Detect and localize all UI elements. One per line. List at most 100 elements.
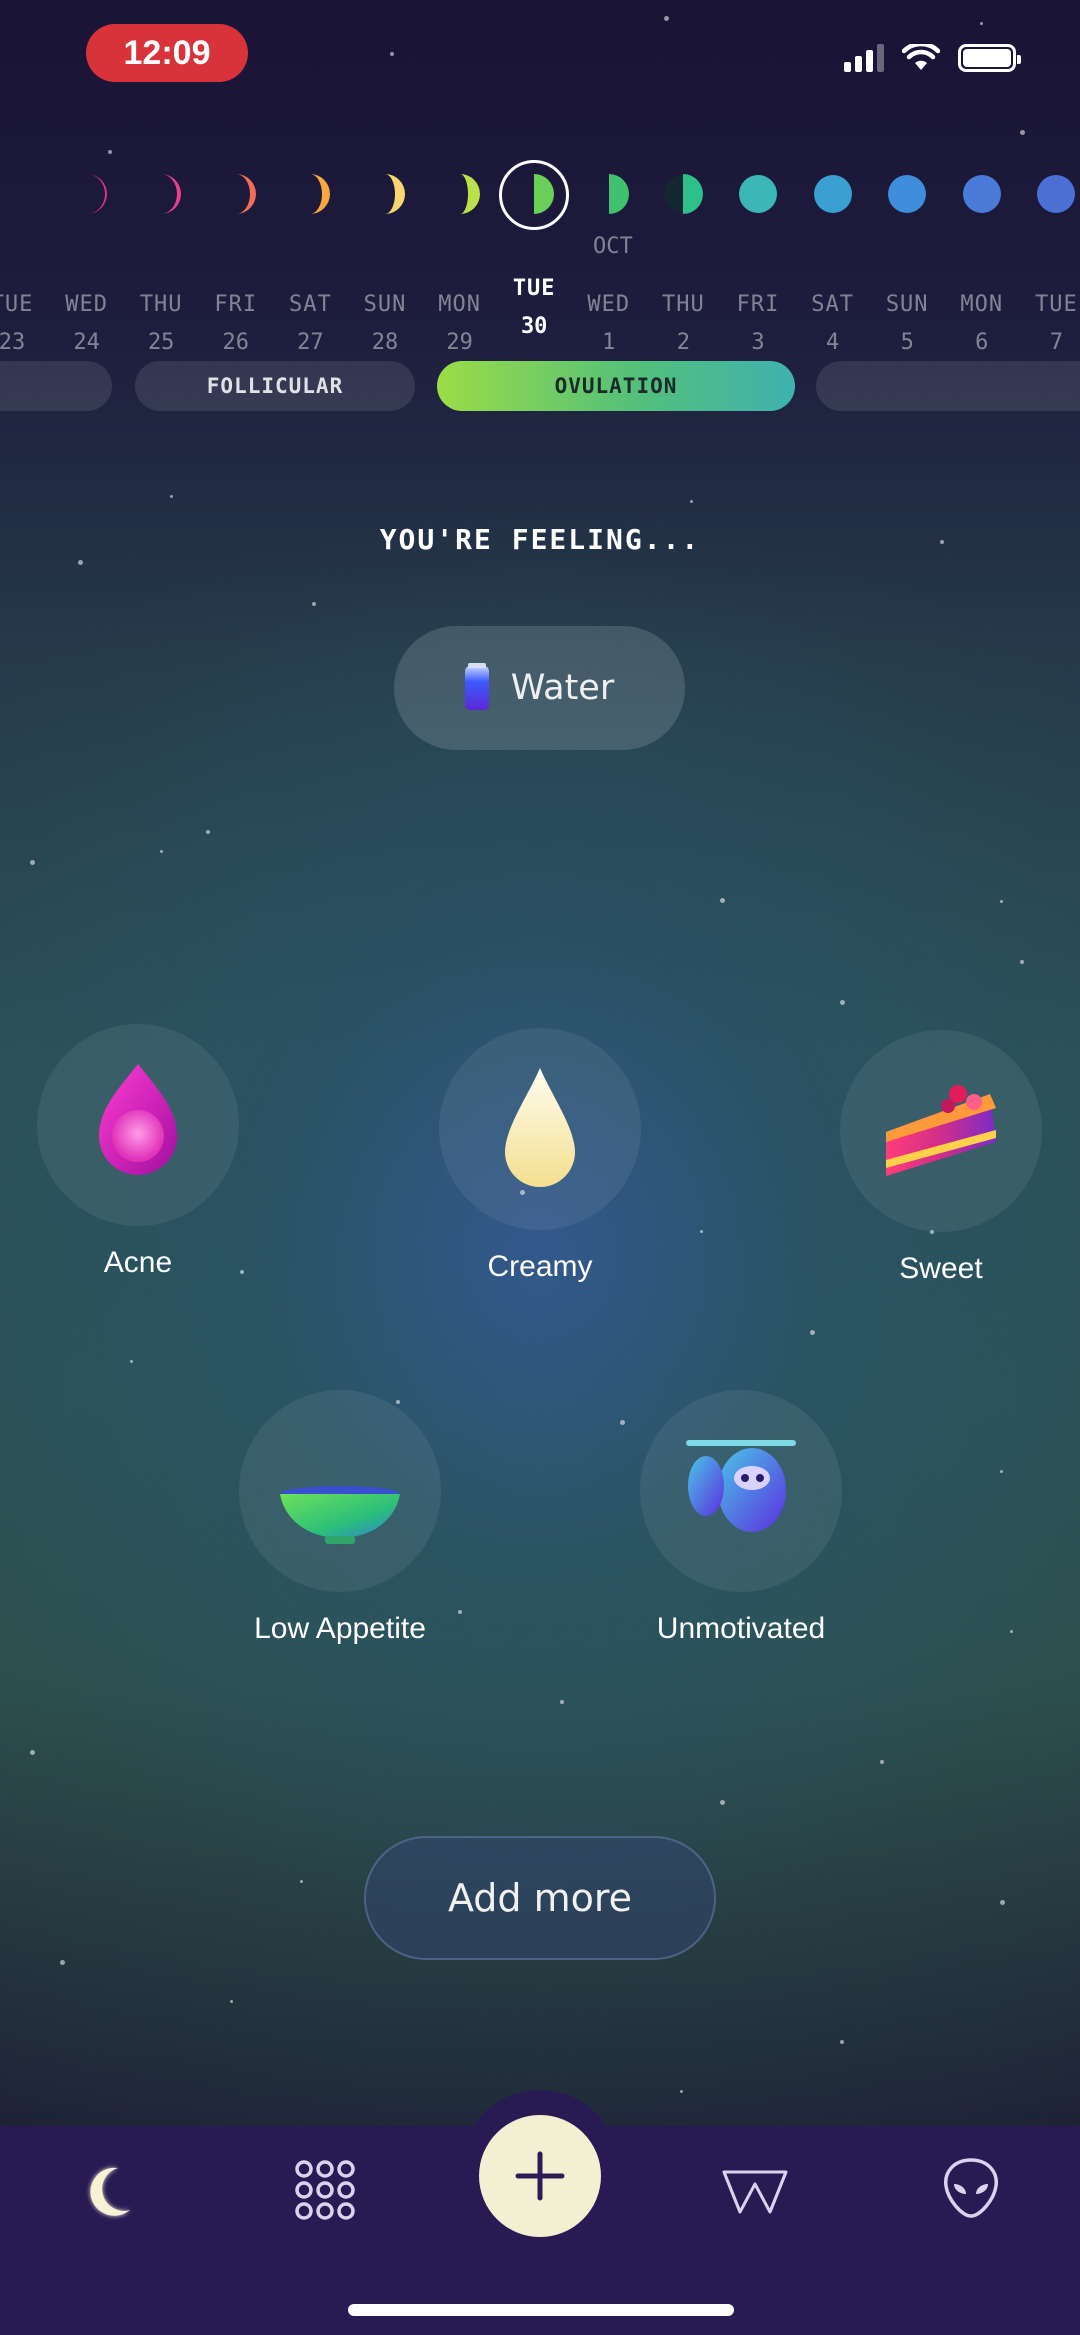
add-more-button[interactable]: Add more [364, 1836, 716, 1960]
calendar-date: 1 [602, 330, 616, 350]
calendar-weekday: FRI [736, 292, 780, 317]
symptom-bubble [239, 1390, 441, 1592]
star [206, 830, 210, 834]
symptom-label: Low Appetite [254, 1612, 426, 1645]
feeling-title: YOU'RE FEELING... [379, 523, 701, 556]
star [680, 2090, 683, 2093]
star [60, 1960, 65, 1965]
star [30, 860, 35, 865]
star [720, 1800, 725, 1805]
star [810, 1330, 815, 1335]
moon-phase-icon [739, 175, 777, 213]
moon-phase-icon [962, 175, 1001, 213]
moon-phase-icon [310, 174, 331, 214]
moon-icon[interactable] [78, 2158, 144, 2224]
moon-phase-icon [608, 174, 629, 214]
calendar-weekday: FRI [214, 292, 258, 317]
today-ring [499, 160, 570, 230]
battery-icon [958, 44, 1021, 72]
star [560, 1700, 564, 1704]
symptom-sweet[interactable]: Sweet [811, 1030, 1071, 1286]
symptom-unmotivated[interactable]: Unmotivated [611, 1390, 871, 1646]
star [690, 500, 693, 503]
status-icons [844, 44, 1021, 72]
star [1000, 900, 1003, 903]
calendar-date: 25 [147, 330, 175, 350]
star [160, 850, 163, 853]
alien-icon[interactable] [938, 2156, 1004, 2222]
cellular-signal-icon [844, 44, 884, 72]
star [30, 1750, 35, 1755]
calendar-date: 3 [751, 330, 765, 350]
star [1010, 1630, 1013, 1633]
phase-pill-previous[interactable] [0, 361, 112, 411]
calendar-weekday: WED [65, 292, 108, 317]
phase-pill-next[interactable] [816, 361, 1080, 411]
star [1000, 1470, 1003, 1473]
calendar-date: 5 [900, 330, 914, 350]
symptom-bubble [439, 1028, 641, 1230]
w-logo-icon[interactable] [722, 2158, 788, 2224]
star [78, 560, 83, 565]
calendar-weekday: SUN [363, 292, 407, 317]
moon-phase-icon [86, 174, 107, 214]
moon-phase-icon [12, 174, 32, 214]
symptom-creamy[interactable]: Creamy [410, 1028, 670, 1284]
moon-phase-icon [813, 175, 852, 213]
cake-slice-icon [886, 1085, 996, 1176]
cycle-calendar-strip[interactable]: OCT TUE 2 3 WED 24 THU 25 FRI 26 SAT 27 SUN 28 MON 29 T… [0, 150, 1080, 350]
symptom-acne[interactable]: Acne [8, 1024, 268, 1280]
star [390, 52, 394, 56]
plus-icon [515, 2151, 565, 2201]
calendar-weekday: THU [139, 292, 183, 317]
symptom-label: Acne [103, 1246, 173, 1279]
calendar-date: 7 [1049, 330, 1064, 350]
symptom-bubble [37, 1024, 239, 1226]
home-indicator [348, 2304, 734, 2316]
calendar-date: 26 [222, 330, 250, 350]
star [300, 1880, 303, 1883]
star [1020, 960, 1024, 964]
calendar-weekday: SAT [289, 292, 332, 317]
calendar-weekday: TUE [512, 276, 556, 301]
star [720, 898, 725, 903]
star [840, 1000, 845, 1005]
phase-pill-ovulation[interactable]: OVULATION [437, 361, 795, 411]
moon-phase-icon [459, 174, 480, 214]
phase-pill-follicular[interactable]: FOLLICULAR [135, 361, 415, 411]
symptom-bubble [640, 1390, 842, 1592]
water-label: Water [510, 668, 615, 708]
calendar-date: 24 [73, 330, 100, 350]
calendar-weekday: MON [960, 292, 1004, 317]
star [880, 1760, 884, 1764]
calendar-date: 2 [676, 330, 691, 350]
calendar-date: 27 [297, 330, 324, 350]
symptom-label: Sweet [899, 1252, 983, 1285]
water-chip[interactable]: Water [394, 626, 685, 750]
star [700, 1230, 703, 1233]
symptom-label: Creamy [487, 1250, 593, 1283]
wifi-icon [902, 44, 940, 70]
moon-phase-icon [161, 174, 182, 214]
calendar-weekday: THU [662, 292, 705, 317]
calendar-date: 4 [825, 330, 840, 350]
calendar-weekday: SAT [811, 292, 854, 317]
month-label: OCT [593, 234, 633, 259]
symptom-bubble [840, 1030, 1042, 1232]
add-entry-button[interactable] [479, 2115, 601, 2237]
moon-phase-icon [888, 175, 927, 213]
sloth-icon [686, 1440, 796, 1532]
grid-icon[interactable] [292, 2157, 358, 2223]
star [230, 2000, 233, 2003]
star [840, 2040, 844, 2044]
calendar-date: 29 [446, 330, 473, 350]
star [664, 16, 669, 21]
bowl-icon [280, 1486, 400, 1544]
moon-phase-icon [385, 174, 405, 214]
calendar-weekday: TUE [0, 292, 34, 317]
symptom-low-appetite[interactable]: Low Appetite [210, 1390, 470, 1646]
calendar-date: 28 [371, 330, 399, 350]
water-can-icon [464, 663, 489, 710]
acne-drop-icon [99, 1064, 177, 1175]
moon-phase-icon [235, 174, 256, 214]
